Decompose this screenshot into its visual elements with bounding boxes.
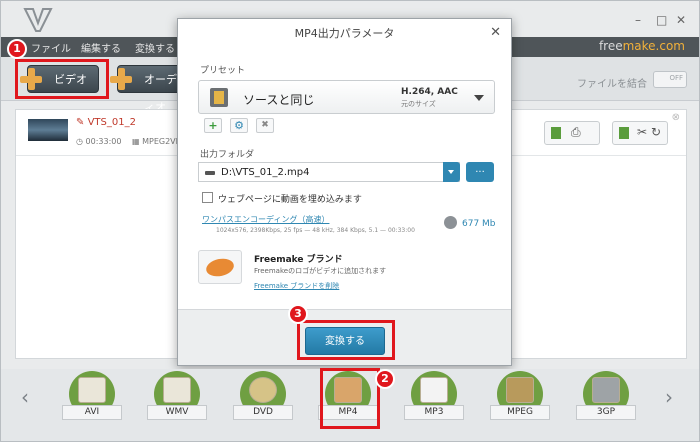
brand-logo: freemake.com [599,39,685,53]
format-label: MPEG [490,405,550,420]
format-dvd[interactable]: DVD [233,369,293,423]
chevron-down-icon [474,95,484,101]
output-folder-label: 出力フォルダ [200,150,255,160]
close-icon[interactable]: ✕ [490,25,501,40]
chevron-left-icon[interactable]: ‹ [21,385,29,409]
play-icon [619,127,629,139]
file-duration: ◷ 00:33:00 [76,137,122,146]
file-name-text: VTS_01_2 [87,117,136,128]
output-path-text: D:\VTS_01_2.mp4 [221,167,310,178]
format-avi[interactable]: AVI [62,369,122,423]
annotation-badge-1: 1 [7,39,27,59]
tv-icon [506,377,534,403]
preset-size: 元のサイズ [401,100,436,108]
encoding-detail: 1024x576, 2398Kbps, 25 fps — 48 kHz, 384… [216,227,415,234]
headphones-icon [420,377,448,403]
cut-button[interactable]: ✂ ↻ [612,121,668,145]
disk-icon [444,216,457,229]
add-audio-label: オーディオ [144,73,177,114]
encoding-link[interactable]: ワンパスエンコーディング（高速） [202,214,329,225]
scissors-icon: ✂ [637,125,648,139]
subtitle-button[interactable]: ⎙ [544,121,600,145]
browse-button[interactable]: ... [466,162,494,182]
format-label: 3GP [576,405,636,420]
maximize-icon[interactable]: □ [656,13,667,27]
output-path-field[interactable]: D:\VTS_01_2.mp4 [198,162,460,182]
merge-files-label: ファイルを結合 [577,79,647,90]
file-name: ✎ VTS_01_2 [76,117,136,128]
rotate-icon: ↻ [651,125,662,139]
disc-icon [249,377,277,403]
edit-preset-button[interactable]: ⚙ [230,118,248,133]
output-size: 677 Mb [462,219,496,229]
preset-codec: H.264, AAC [401,87,458,97]
annotation-box-convert [297,320,395,360]
menu-edit[interactable]: 編集する [81,40,121,55]
remove-brand-link[interactable]: Freemake ブランドを削除 [254,281,339,291]
dialog-title: MP4出力パラメータ [294,27,395,40]
path-dropdown-button[interactable] [443,162,460,182]
delete-preset-button[interactable]: ✖ [256,118,274,133]
annotation-box-video [15,59,109,99]
brand-right: make.com [622,39,685,53]
freemake-brand-icon [198,250,242,284]
menu-file[interactable]: ファイル [31,40,71,55]
add-audio-button[interactable]: オーディオ [110,65,181,114]
format-3gp[interactable]: 3GP [576,369,636,423]
close-window-icon[interactable]: ✕ [676,13,686,27]
annotation-box-mp4 [320,368,380,429]
play-icon [551,127,561,139]
preset-name: ソースと同じ [243,93,315,107]
menu-convert[interactable]: 変換する [135,40,175,55]
toggle-label: OFF [669,74,683,82]
freemake-window: – □ ✕ ファイル 編集する 変換する freemake.com ビデオ オー… [0,0,700,442]
film-icon [210,88,228,107]
file-duration-text: 00:33:00 [85,137,122,146]
add-preset-button[interactable]: + [204,118,222,133]
clapper-icon [78,377,106,403]
format-label: WMV [147,405,207,420]
format-wmv[interactable]: WMV [147,369,207,423]
plus-icon [110,68,132,90]
subtitle-icon: ⎙ [571,125,581,139]
brand-title: Freemake ブランド [254,255,343,265]
annotation-badge-2: 2 [375,369,395,389]
chevron-right-icon[interactable]: › [665,385,673,409]
minimize-icon[interactable]: – [635,13,641,27]
embed-label: ウェブページに動画を埋め込みます [218,195,362,205]
preset-select[interactable]: ソースと同じ H.264, AAC 元のサイズ [198,80,495,114]
brand-left: free [598,39,623,53]
media-player-icon [163,377,191,403]
format-mp3[interactable]: MP3 [404,369,464,423]
format-label: MP3 [404,405,464,420]
freemake-logo-icon [23,8,53,32]
annotation-badge-3: 3 [288,304,308,324]
remove-file-icon[interactable]: ⊗ [672,112,680,123]
phone-icon [592,377,620,403]
video-thumbnail [28,119,68,141]
merge-toggle[interactable]: OFF [653,71,687,88]
format-label: AVI [62,405,122,420]
preset-label: プリセット [200,66,246,76]
format-mpeg[interactable]: MPEG [490,369,550,423]
format-label: DVD [233,405,293,420]
embed-checkbox[interactable] [202,192,213,203]
brand-description: Freemakeのロゴがビデオに追加されます [254,267,387,275]
drive-icon [205,171,215,175]
mp4-output-dialog: MP4出力パラメータ ✕ プリセット ソースと同じ H.264, AAC 元のサ… [177,18,512,366]
